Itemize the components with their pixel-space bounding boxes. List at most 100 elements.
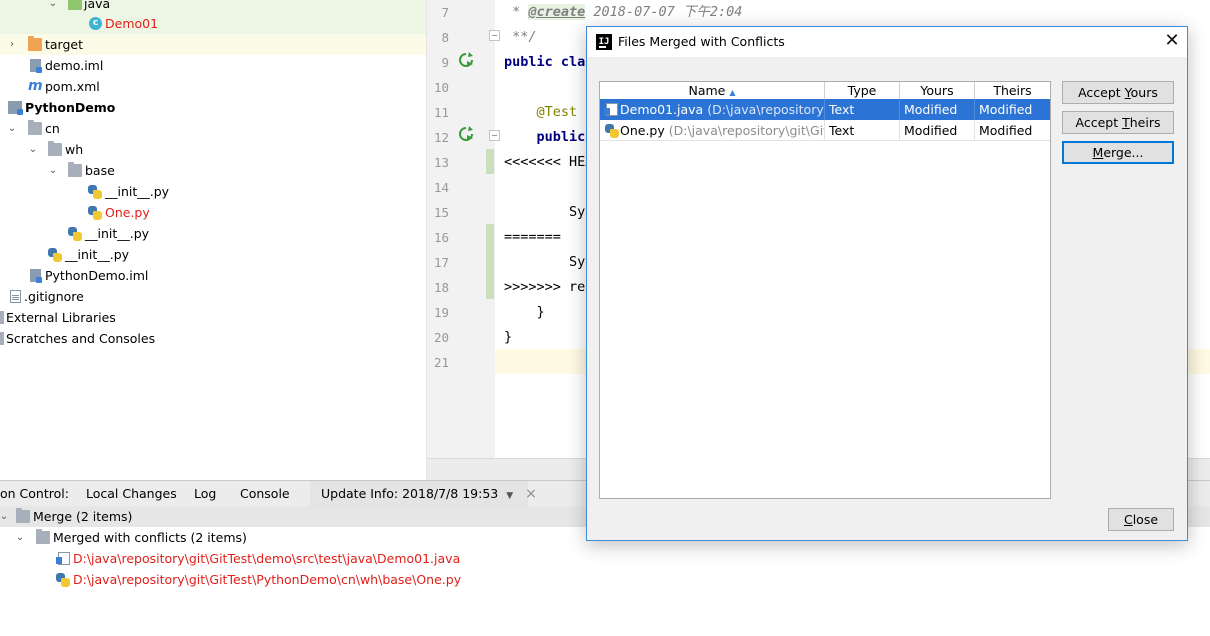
- tree-item-wh[interactable]: ⌄ wh: [0, 139, 426, 160]
- tree-item-label: pom.xml: [45, 79, 100, 94]
- accept-theirs-button[interactable]: Accept Theirs: [1062, 111, 1174, 134]
- code-comment: 2018-07-07 下午2:04: [585, 4, 743, 20]
- button-label: ours: [1130, 85, 1158, 100]
- sort-ascending-icon: ▲: [729, 88, 736, 97]
- tree-item-label: java: [84, 0, 111, 11]
- accept-yours-button[interactable]: Accept Yours: [1062, 81, 1174, 104]
- code-keyword: public: [504, 54, 553, 70]
- chevron-right-icon[interactable]: ›: [6, 34, 18, 55]
- tree-item-label: __init__.py: [65, 247, 130, 262]
- tree-item-target[interactable]: › target: [0, 34, 426, 55]
- module-file-icon: [30, 59, 42, 73]
- tree-item-demo01[interactable]: c Demo01: [0, 13, 426, 34]
- tree-item-java[interactable]: ⌄ java: [0, 0, 426, 14]
- tab-version-control[interactable]: on Control:: [0, 481, 69, 506]
- python-file-icon: [68, 227, 82, 241]
- fold-marker-icon[interactable]: [489, 30, 500, 41]
- tab-log[interactable]: Log: [194, 481, 216, 506]
- change-marker: [486, 224, 494, 299]
- conflict-file-row[interactable]: D:\java\repository\git\GitTest\PythonDem…: [0, 569, 1210, 590]
- chevron-down-icon[interactable]: ⌄: [47, 160, 59, 181]
- button-mnemonic: T: [1122, 115, 1130, 130]
- folder-icon: [68, 162, 82, 177]
- line-number: 9: [441, 55, 449, 70]
- tree-item-cn[interactable]: ⌄ cn: [0, 118, 426, 139]
- tree-item-init-py[interactable]: __init__.py: [0, 244, 426, 265]
- tree-item-label: Scratches and Consoles: [6, 331, 156, 346]
- tree-item-demo-iml[interactable]: demo.iml: [0, 55, 426, 76]
- merge-button[interactable]: Merge...: [1062, 141, 1174, 164]
- cell-type: Text: [825, 99, 900, 120]
- column-header-yours[interactable]: Yours: [900, 82, 975, 100]
- files-merged-with-conflicts-dialog: IJ Files Merged with Conflicts ✕ Name ▲ …: [586, 26, 1188, 541]
- code-line: Sys: [504, 204, 594, 220]
- change-marker: [486, 149, 494, 174]
- chevron-down-icon[interactable]: ⌄: [14, 527, 26, 548]
- tree-item-label: PythonDemo.iml: [45, 268, 149, 283]
- line-number: 11: [433, 105, 449, 120]
- tree-item-pythondemo[interactable]: PythonDemo: [0, 97, 426, 118]
- chevron-down-icon[interactable]: ⌄: [47, 0, 59, 14]
- file-name: One.py: [620, 123, 665, 138]
- tree-item-pom-xml[interactable]: m pom.xml: [0, 76, 426, 97]
- libraries-icon: [0, 311, 4, 324]
- line-number: 21: [433, 355, 449, 370]
- chevron-down-icon[interactable]: ⌄: [0, 506, 10, 527]
- tree-item-gitignore[interactable]: .gitignore: [0, 286, 426, 307]
- code-keyword: public: [504, 129, 586, 145]
- folder-green-icon: [68, 0, 82, 10]
- dialog-title: Files Merged with Conflicts: [618, 34, 785, 49]
- column-header-type[interactable]: Type: [825, 82, 900, 100]
- tab-update-info[interactable]: Update Info: 2018/7/8 19:53 ▼ ×: [310, 481, 537, 506]
- tree-item-base[interactable]: ⌄ base: [0, 160, 426, 181]
- table-row[interactable]: One.py (D:\java\repository\git\GitTest\P…: [600, 120, 1050, 141]
- cell-yours: Modified: [900, 120, 975, 141]
- button-label: Accept: [1078, 85, 1125, 100]
- tree-item-label: target: [45, 37, 84, 52]
- button-label: Accept: [1075, 115, 1123, 130]
- line-number: 15: [433, 205, 449, 220]
- python-file-icon: [56, 573, 70, 587]
- line-number: 20: [433, 330, 449, 345]
- dialog-titlebar[interactable]: IJ Files Merged with Conflicts ✕: [587, 27, 1187, 57]
- tree-item-label: cn: [45, 121, 60, 136]
- chevron-down-icon[interactable]: ⌄: [27, 139, 39, 160]
- tree-item-init-py[interactable]: __init__.py: [0, 223, 426, 244]
- tree-item-label: wh: [65, 142, 84, 157]
- tree-item-pythondemo-iml[interactable]: PythonDemo.iml: [0, 265, 426, 286]
- line-number: 17: [433, 255, 449, 270]
- java-class-icon: c: [89, 17, 102, 30]
- tree-item-one-py[interactable]: One.py: [0, 202, 426, 223]
- conflict-file-path: D:\java\repository\git\GitTest\PythonDem…: [73, 572, 462, 587]
- file-name: Demo01.java: [620, 102, 704, 117]
- tree-item-external-libraries[interactable]: External Libraries: [0, 307, 426, 328]
- close-icon[interactable]: ✕: [1157, 27, 1187, 57]
- close-tab-icon[interactable]: ×: [525, 486, 537, 502]
- column-header-theirs[interactable]: Theirs: [975, 82, 1050, 100]
- tree-item-scratches[interactable]: Scratches and Consoles: [0, 328, 426, 349]
- python-file-icon: [48, 248, 62, 262]
- code-line: @Test: [504, 100, 578, 125]
- intellij-icon: IJ: [596, 34, 612, 50]
- project-tree: ⌄ java c Demo01 › target demo.iml m pom.…: [0, 0, 426, 480]
- cell-type: Text: [825, 120, 900, 141]
- column-header-name[interactable]: Name ▲: [600, 82, 825, 100]
- tab-local-changes[interactable]: Local Changes: [86, 481, 177, 506]
- dropdown-arrow-icon[interactable]: ▼: [506, 491, 513, 501]
- chevron-down-icon[interactable]: ⌄: [6, 118, 18, 139]
- table-row[interactable]: Demo01.java (D:\java\repository\git\GitT…: [600, 99, 1050, 120]
- tree-item-label: External Libraries: [6, 310, 116, 325]
- conflict-file-row[interactable]: D:\java\repository\git\GitTest\demo\src\…: [0, 548, 1210, 569]
- cell-theirs: Modified: [979, 123, 1033, 138]
- close-button[interactable]: Close: [1108, 508, 1174, 531]
- fold-marker-icon[interactable]: [489, 130, 500, 141]
- conflict-files-table[interactable]: Name ▲ Type Yours Theirs Demo01.java (D:…: [599, 81, 1051, 499]
- code-line: <<<<<<< HEA: [504, 154, 594, 170]
- run-test-icon[interactable]: [458, 126, 474, 142]
- run-test-icon[interactable]: [458, 52, 474, 68]
- button-label: lose: [1132, 512, 1159, 527]
- tab-console[interactable]: Console: [240, 481, 290, 506]
- java-file-icon: [56, 552, 70, 565]
- tree-item-init-py[interactable]: __init__.py: [0, 181, 426, 202]
- scratches-icon: [0, 332, 4, 345]
